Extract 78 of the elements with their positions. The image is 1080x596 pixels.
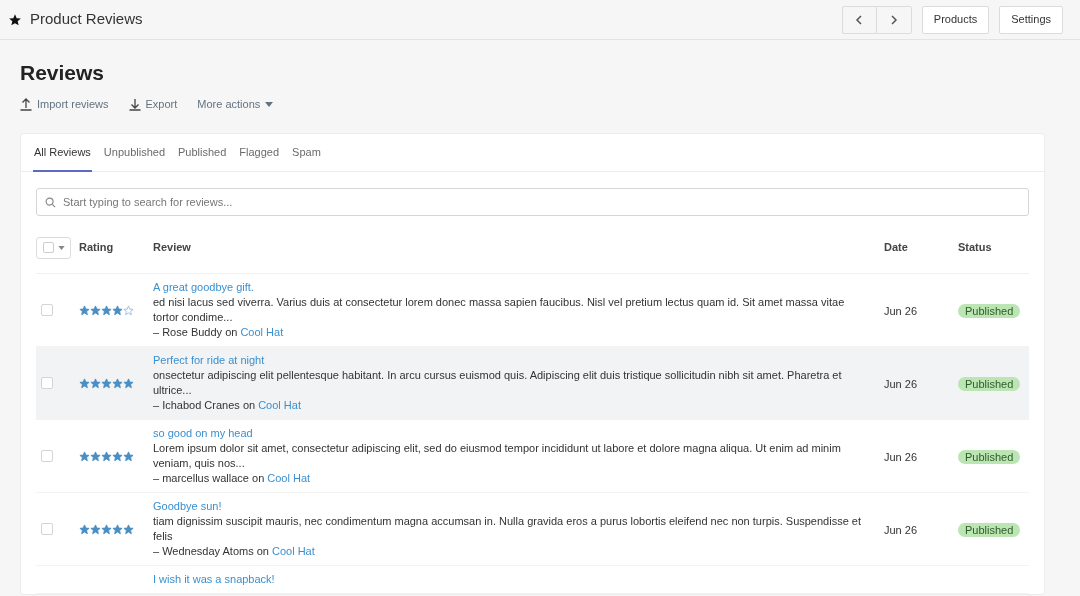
search-icon	[45, 197, 56, 208]
review-date: Jun 26	[884, 524, 918, 536]
review-title-link[interactable]: so good on my head	[153, 426, 868, 441]
star-icon	[90, 450, 101, 462]
column-header: Review	[153, 240, 192, 256]
caret-icon	[265, 101, 274, 107]
download-icon	[128, 97, 141, 111]
star-icon	[123, 304, 134, 316]
column-header: Rating	[79, 240, 115, 256]
review-title-link[interactable]: Goodbye sun!	[153, 499, 868, 514]
filter-tab[interactable]: Spam	[291, 134, 322, 172]
header-button[interactable]: Settings	[999, 5, 1063, 34]
row-checkbox[interactable]	[41, 523, 53, 535]
row-checkbox[interactable]	[41, 304, 53, 316]
star-icon	[79, 377, 90, 389]
search-field[interactable]: Start typing to search for reviews...	[36, 188, 1029, 216]
review-date: Jun 26	[884, 451, 918, 463]
star-icon	[79, 450, 90, 462]
review-title-link[interactable]: A great goodbye gift.	[153, 280, 868, 295]
caret-icon	[57, 245, 65, 250]
action-button[interactable]: More actions	[197, 95, 274, 113]
action-button[interactable]: Import reviews	[20, 95, 109, 113]
star-icon	[112, 304, 123, 316]
chevron-left-icon	[855, 14, 864, 25]
filter-tab[interactable]: Unpublished	[102, 134, 166, 172]
star-icon	[123, 523, 134, 535]
review-author: – marcellus wallace on	[153, 471, 265, 486]
star-icon	[90, 304, 101, 316]
product-link[interactable]: Cool Hat	[240, 325, 284, 340]
product-link[interactable]: Cool Hat	[258, 398, 301, 413]
star-icon	[101, 523, 112, 535]
filter-tab[interactable]: All Reviews	[33, 134, 92, 172]
upload-icon	[20, 97, 32, 111]
star-icon	[101, 304, 112, 316]
next-button[interactable]	[876, 5, 912, 34]
star-icon	[112, 377, 123, 389]
action-button[interactable]: Export	[128, 95, 178, 113]
status-badge: Published	[958, 523, 1021, 537]
review-text: tiam dignissim suscipit mauris, nec condimentum magna accumsan in. Nulla gravida eros a purus lobortis eleifend nec non turpis. Suspendisse et felis	[153, 514, 863, 544]
bulk-select-button[interactable]	[36, 236, 71, 259]
star-icon	[112, 450, 123, 462]
review-author: – Wednesday Atoms on	[153, 544, 269, 559]
row-checkbox[interactable]	[41, 377, 53, 389]
filter-tab[interactable]: Flagged	[238, 134, 281, 172]
status-badge: Published	[958, 377, 1021, 391]
review-title-link[interactable]: I wish it was a snapback!	[153, 572, 868, 587]
star-icon	[123, 450, 134, 462]
star-icon	[79, 304, 90, 316]
star-icon	[112, 523, 123, 535]
star-icon	[8, 12, 22, 27]
product-link[interactable]: Cool Hat	[272, 544, 315, 559]
review-author: – Rose Buddy on	[153, 325, 238, 340]
page-title: Reviews	[20, 60, 106, 86]
star-icon	[90, 377, 101, 389]
column-header: Date	[884, 240, 909, 256]
checkbox[interactable]	[42, 242, 54, 253]
star-icon	[123, 377, 134, 389]
chevron-right-icon	[889, 14, 898, 25]
review-text: ed nisi lacus sed viverra. Varius duis at consectetur lorem donec massa sapien faucibus. Nisl vel pretium lectus quam id. Sit amet massa vitae tortor condime...	[153, 295, 846, 325]
review-text: Lorem ipsum dolor sit amet, consectetur adipiscing elit, sed do eiusmod tempor incididunt ut labore et dolore magna aliqua. Ut enim ad minim veniam, quis nos...	[153, 441, 842, 471]
star-icon	[101, 377, 112, 389]
review-author: – Ichabod Cranes on	[153, 398, 256, 413]
review-date: Jun 26	[884, 378, 918, 390]
star-icon	[79, 523, 90, 535]
review-date: Jun 26	[884, 305, 918, 317]
previous-button[interactable]	[841, 5, 877, 34]
app-title: Product Reviews	[30, 9, 143, 30]
star-icon	[101, 450, 112, 462]
status-badge: Published	[958, 304, 1021, 318]
filter-tab[interactable]: Published	[177, 134, 228, 172]
row-checkbox[interactable]	[41, 450, 53, 462]
review-text: onsectetur adipiscing elit pellentesque habitant. In arcu cursus euismod quis. Adipiscing elit duis tristique sollicitudin nibh sit amet. Pharetra et ultrice...	[153, 368, 843, 398]
status-badge: Published	[958, 450, 1021, 464]
product-link[interactable]: Cool Hat	[267, 471, 311, 486]
header-button[interactable]: Products	[921, 5, 990, 34]
star-icon	[90, 523, 101, 535]
column-header: Status	[958, 240, 992, 256]
review-title-link[interactable]: Perfect for ride at night	[153, 353, 868, 368]
